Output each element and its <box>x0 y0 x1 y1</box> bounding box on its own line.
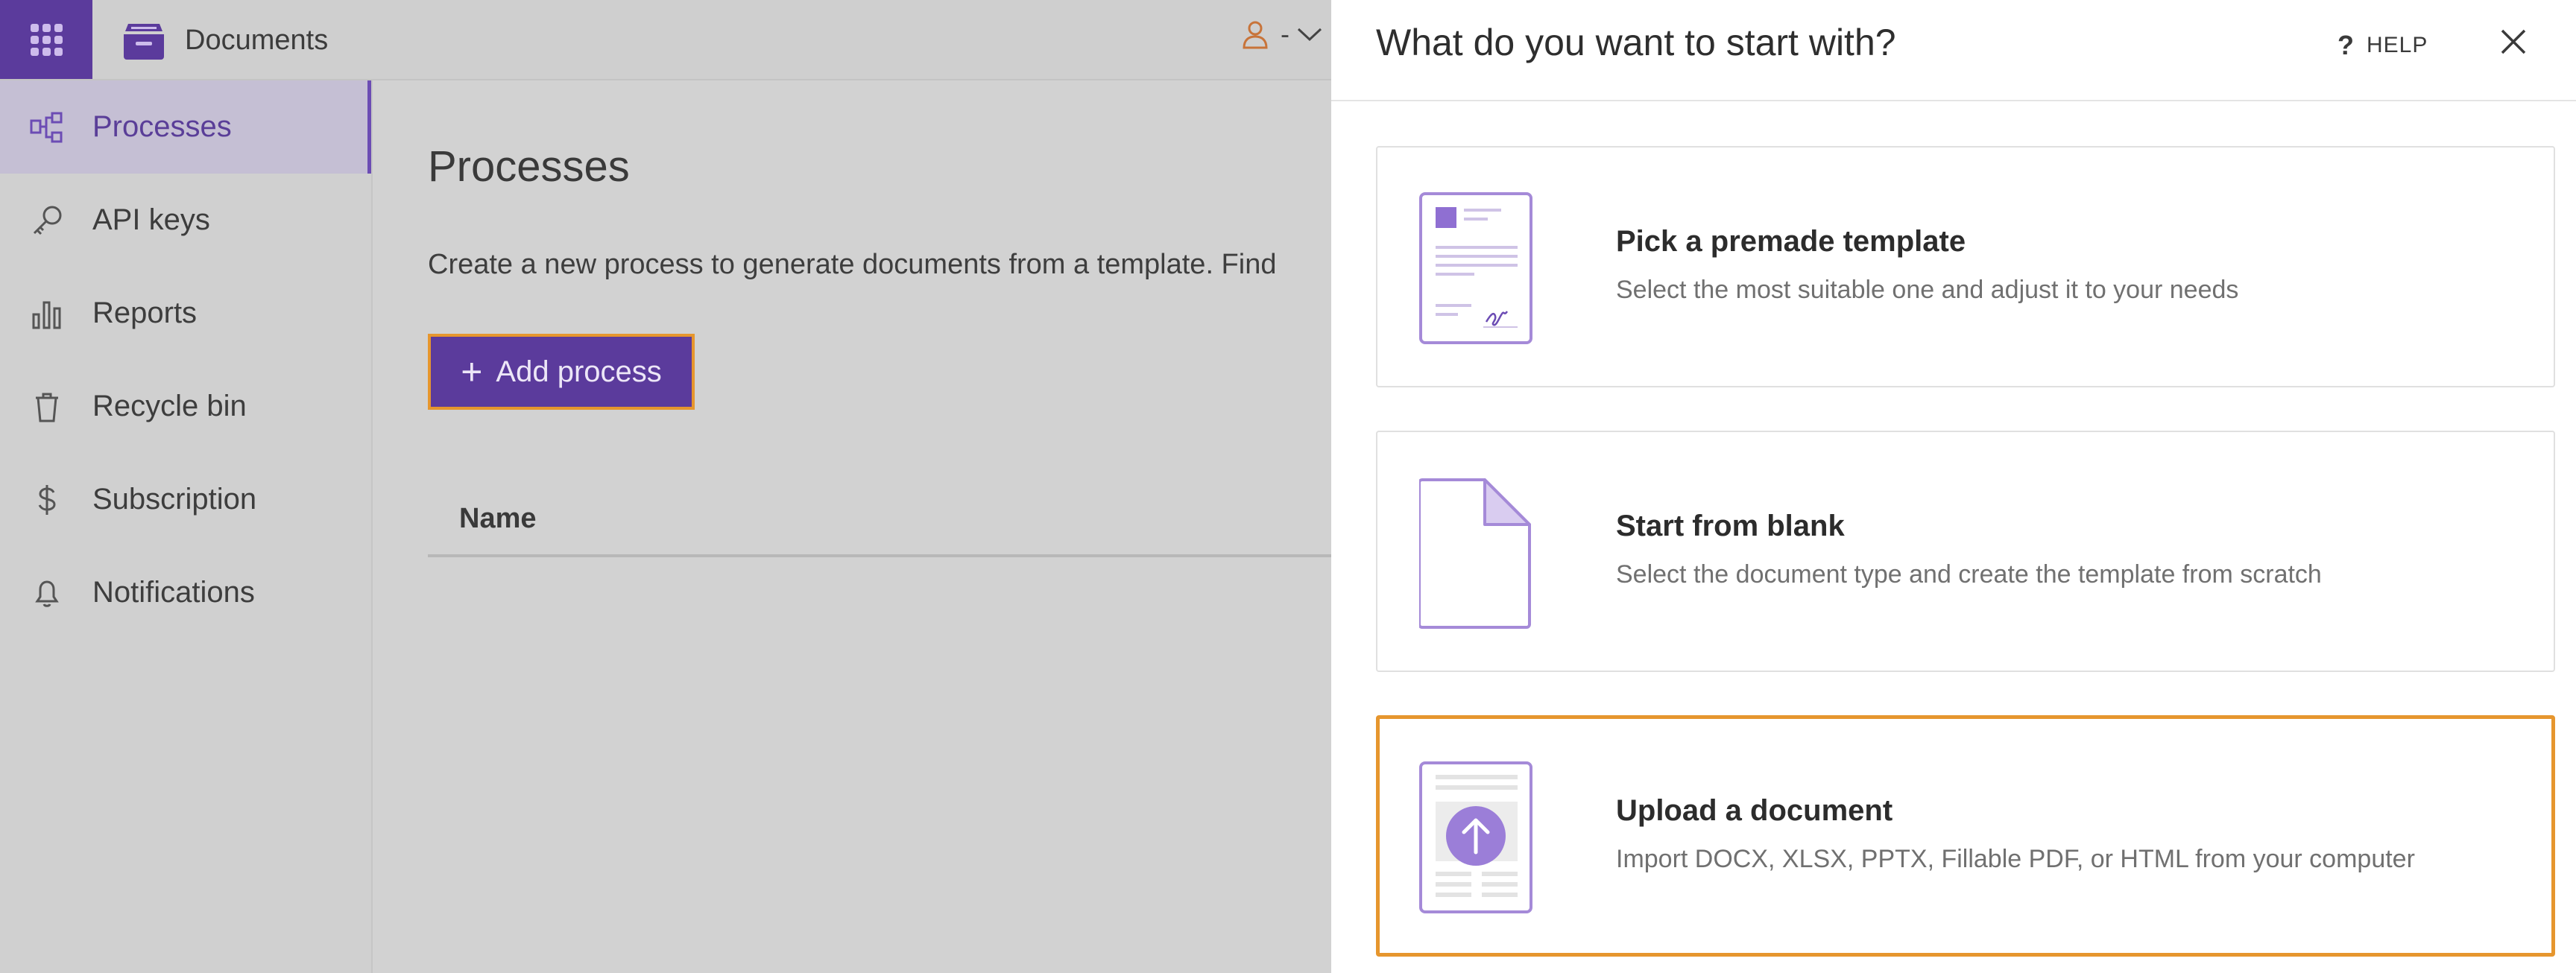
sidebar: Processes API keys Reports Recycle bin S… <box>0 80 373 973</box>
key-icon <box>30 203 64 238</box>
page-title: Processes <box>428 142 630 191</box>
table-header: Name <box>428 483 1331 557</box>
help-label: HELP <box>2367 33 2428 57</box>
bell-icon <box>30 576 64 610</box>
question-mark-icon: ? <box>2337 30 2355 60</box>
close-button[interactable] <box>2494 22 2533 61</box>
brand[interactable]: Documents <box>122 13 328 67</box>
option-title: Start from blank <box>1616 510 1845 542</box>
processes-icon <box>30 110 64 145</box>
sidebar-item-label: Notifications <box>92 576 255 609</box>
sidebar-item-recycle-bin[interactable]: Recycle bin <box>0 360 371 453</box>
app-launcher-button[interactable] <box>0 0 92 79</box>
sidebar-item-label: Processes <box>92 110 232 143</box>
plus-icon: + <box>461 351 483 393</box>
chevron-down-icon <box>1297 28 1322 42</box>
top-bar: Documents - <box>0 0 1331 80</box>
sidebar-item-label: Subscription <box>92 483 257 516</box>
option-subtitle: Select the most suitable one and adjust … <box>1616 276 2239 304</box>
sidebar-item-api-keys[interactable]: API keys <box>0 174 371 267</box>
main-content: Processes Create a new process to genera… <box>374 80 1331 973</box>
sidebar-item-reports[interactable]: Reports <box>0 267 371 360</box>
start-with-drawer: What do you want to start with? ? HELP P… <box>1331 0 2576 973</box>
option-subtitle: Import DOCX, XLSX, PPTX, Fillable PDF, o… <box>1616 845 2415 873</box>
sidebar-item-processes[interactable]: Processes <box>0 80 371 174</box>
upload-document-icon <box>1419 761 1532 913</box>
add-process-label: Add process <box>496 355 662 388</box>
user-menu[interactable]: - <box>1242 15 1322 54</box>
user-label: - <box>1281 19 1289 49</box>
option-title: Pick a premade template <box>1616 225 1966 258</box>
dollar-icon <box>30 483 64 517</box>
trash-icon <box>30 390 64 424</box>
sidebar-item-notifications[interactable]: Notifications <box>0 546 371 639</box>
sidebar-item-label: API keys <box>92 203 210 236</box>
option-subtitle: Select the document type and create the … <box>1616 560 2322 589</box>
template-icon <box>1419 192 1532 344</box>
sidebar-item-subscription[interactable]: Subscription <box>0 453 371 546</box>
drawer-title: What do you want to start with? <box>1376 22 1896 63</box>
drawer-header: What do you want to start with? ? HELP <box>1331 0 2576 101</box>
column-header-name[interactable]: Name <box>459 503 537 535</box>
help-button[interactable]: ? HELP <box>2337 30 2428 61</box>
option-premade-template[interactable]: Pick a premade template Select the most … <box>1376 146 2555 387</box>
blank-document-icon <box>1419 478 1531 629</box>
grid-icon <box>30 23 63 56</box>
background-app: Documents - Processes API keys Reports R… <box>0 0 1331 973</box>
documents-logo-icon <box>124 24 164 60</box>
option-upload-document[interactable]: Upload a document Import DOCX, XLSX, PPT… <box>1376 715 2555 957</box>
page-description: Create a new process to generate documen… <box>428 249 1277 280</box>
option-title: Upload a document <box>1616 794 1893 827</box>
user-icon <box>1243 21 1268 49</box>
add-process-button[interactable]: + Add process <box>428 334 695 410</box>
sidebar-item-label: Recycle bin <box>92 390 247 422</box>
bar-chart-icon <box>30 297 64 331</box>
app-name: Documents <box>185 24 329 56</box>
close-icon <box>2501 29 2526 54</box>
sidebar-item-label: Reports <box>92 297 198 329</box>
option-start-from-blank[interactable]: Start from blank Select the document typ… <box>1376 431 2555 672</box>
